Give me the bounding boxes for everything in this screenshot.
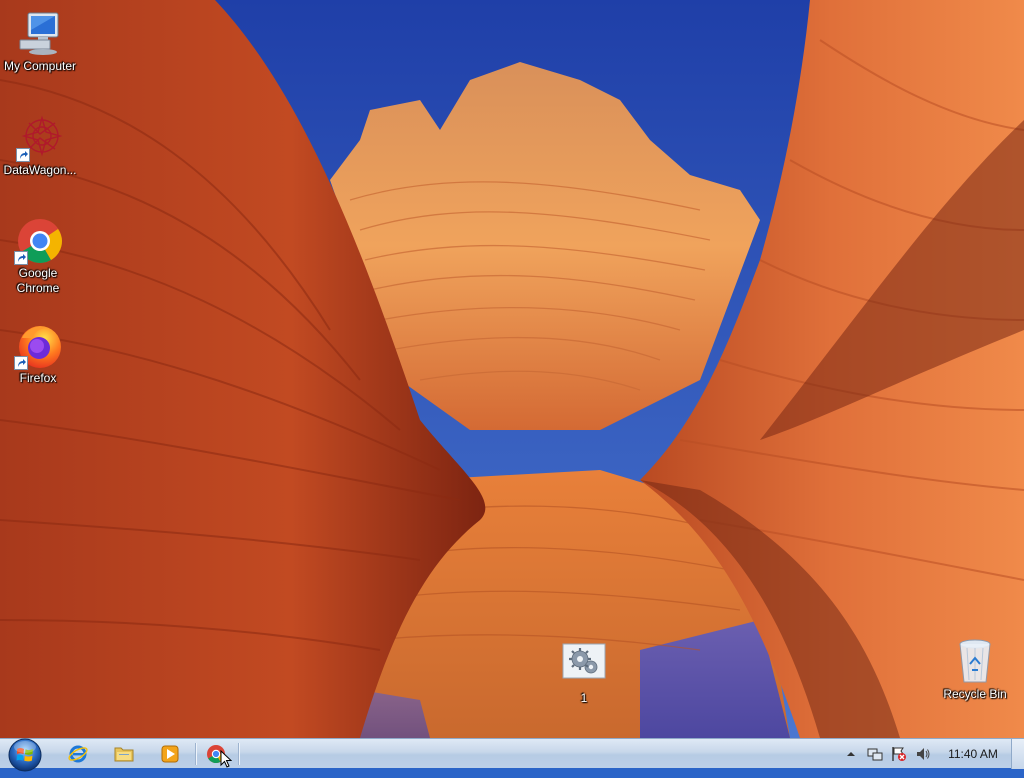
chrome-icon: [14, 217, 62, 265]
desktop-icon-label: DataWagon...: [3, 163, 77, 177]
shortcut-arrow-icon: [16, 148, 30, 162]
taskbar-internet-explorer-button[interactable]: [60, 742, 96, 766]
desktop-icon-firefox[interactable]: Firefox: [0, 322, 78, 386]
shortcut-arrow-icon: [14, 251, 28, 265]
action-center-flag-icon[interactable]: [891, 746, 907, 762]
taskbar: 11:40 AM: [0, 738, 1024, 772]
mouse-cursor-icon: [220, 749, 233, 773]
shortcut-arrow-icon: [14, 356, 28, 370]
network-icon[interactable]: [867, 746, 883, 762]
desktop-icon-google-chrome[interactable]: Google Chrome: [0, 217, 78, 296]
volume-icon[interactable]: [915, 746, 931, 762]
show-desktop-button[interactable]: [1011, 739, 1024, 769]
firefox-icon: [14, 322, 62, 370]
internet-explorer-icon: [68, 745, 88, 763]
desktop-icon-label: Google Chrome: [16, 266, 60, 295]
desktop-icon-1[interactable]: 1: [544, 642, 624, 706]
folder-icon: [114, 747, 134, 762]
desktop-icon-label: Firefox: [19, 371, 57, 385]
desktop-icon-recycle-bin[interactable]: Recycle Bin: [935, 638, 1015, 702]
recycle-bin-icon: [951, 638, 999, 686]
desktop-icon-label: 1: [580, 691, 588, 705]
settings-gear-icon: [560, 642, 608, 690]
desktop-icon-label: My Computer: [3, 59, 77, 73]
desktop-wallpaper: [0, 0, 1024, 738]
show-hidden-icons-chevron-icon[interactable]: [843, 746, 859, 762]
media-player-icon: [161, 745, 179, 763]
taskbar-separator: [195, 743, 196, 765]
desktop-icon-label: Recycle Bin: [943, 687, 1007, 701]
desktop-icon-my-computer[interactable]: My Computer: [0, 10, 80, 74]
desktop-icon-datawagon[interactable]: DataWagon...: [0, 114, 80, 178]
datawagon-icon: [16, 114, 64, 162]
computer-icon: [16, 10, 64, 58]
taskbar-clock[interactable]: 11:40 AM: [944, 739, 1002, 769]
taskbar-media-player-button[interactable]: [152, 742, 188, 766]
taskbar-separator: [238, 743, 239, 765]
taskbar-windows-explorer-button[interactable]: [106, 742, 142, 766]
